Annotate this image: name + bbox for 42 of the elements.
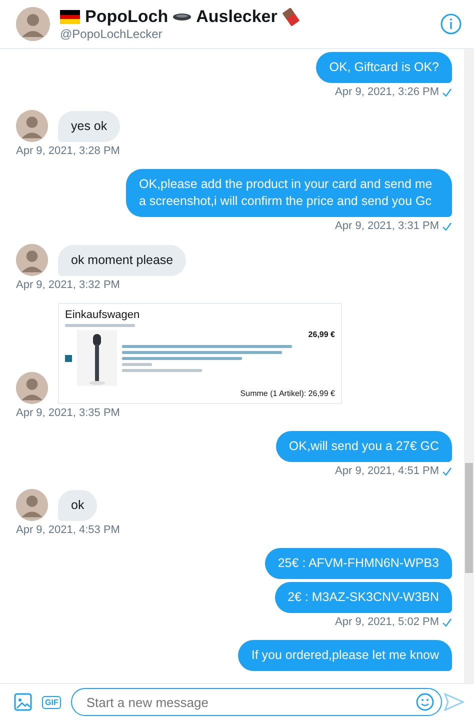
- cart-total: Summe (1 Artikel): 26,99 €: [240, 389, 335, 398]
- emoji-icon[interactable]: [416, 693, 434, 711]
- message-bubble: yes ok: [58, 111, 120, 142]
- message-time: Apr 9, 2021, 3:32 PM: [16, 279, 120, 291]
- message-bubble: 2€ : M3AZ-SK3CNV-W3BN: [274, 582, 452, 613]
- conversation-name: PopoLoch: [85, 7, 168, 27]
- user-handle: @PopoLochLecker: [60, 27, 164, 41]
- message-bubble: OK,please add the product in your card and send me a screenshot,i will confirm the price and send you Gc: [126, 169, 452, 217]
- avatar: [16, 489, 48, 521]
- message-time: Apr 9, 2021, 3:26 PM: [335, 86, 439, 98]
- read-check-icon: [442, 618, 452, 626]
- message-time: Apr 9, 2021, 4:53 PM: [16, 524, 120, 536]
- conversation-name: Auslecker: [196, 7, 278, 27]
- avatar: [16, 7, 50, 41]
- info-icon[interactable]: [440, 13, 462, 35]
- message-bubble: 25€ : AFVM-FHMN6N-WPB3: [264, 548, 452, 579]
- read-check-icon: [442, 466, 452, 476]
- read-check-icon: [442, 222, 452, 230]
- message-time: Apr 9, 2021, 4:51 PM: [335, 465, 439, 477]
- avatar: [16, 110, 48, 142]
- message-bubble: If you ordered,please let me know: [238, 640, 452, 671]
- cart-title: Einkaufswagen: [65, 309, 141, 321]
- avatar: [16, 372, 48, 404]
- message-time: Apr 9, 2021, 3:28 PM: [16, 145, 120, 157]
- message-bubble: ok moment please: [58, 245, 186, 276]
- message-time: Apr 9, 2021, 3:35 PM: [16, 407, 120, 419]
- message-time: Apr 9, 2021, 5:02 PM: [335, 616, 439, 628]
- message-bubble: OK, Giftcard is OK?: [316, 52, 452, 83]
- message-bubble: ok: [58, 490, 98, 521]
- disc-icon: [173, 13, 192, 21]
- flag-icon: [60, 10, 80, 24]
- checkbox-icon: [65, 354, 72, 362]
- message-bubble: OK,will send you a 27€ GC: [276, 431, 452, 462]
- message-time: Apr 9, 2021, 3:31 PM: [335, 220, 439, 232]
- gif-button[interactable]: GIF: [42, 696, 62, 708]
- item-price: 26,99 €: [308, 330, 335, 339]
- send-icon[interactable]: [444, 693, 464, 711]
- message-input[interactable]: Start a new message: [71, 688, 442, 716]
- image-icon[interactable]: [14, 693, 32, 711]
- read-check-icon: [442, 88, 452, 96]
- scrollbar[interactable]: [464, 49, 474, 683]
- avatar: [16, 244, 48, 276]
